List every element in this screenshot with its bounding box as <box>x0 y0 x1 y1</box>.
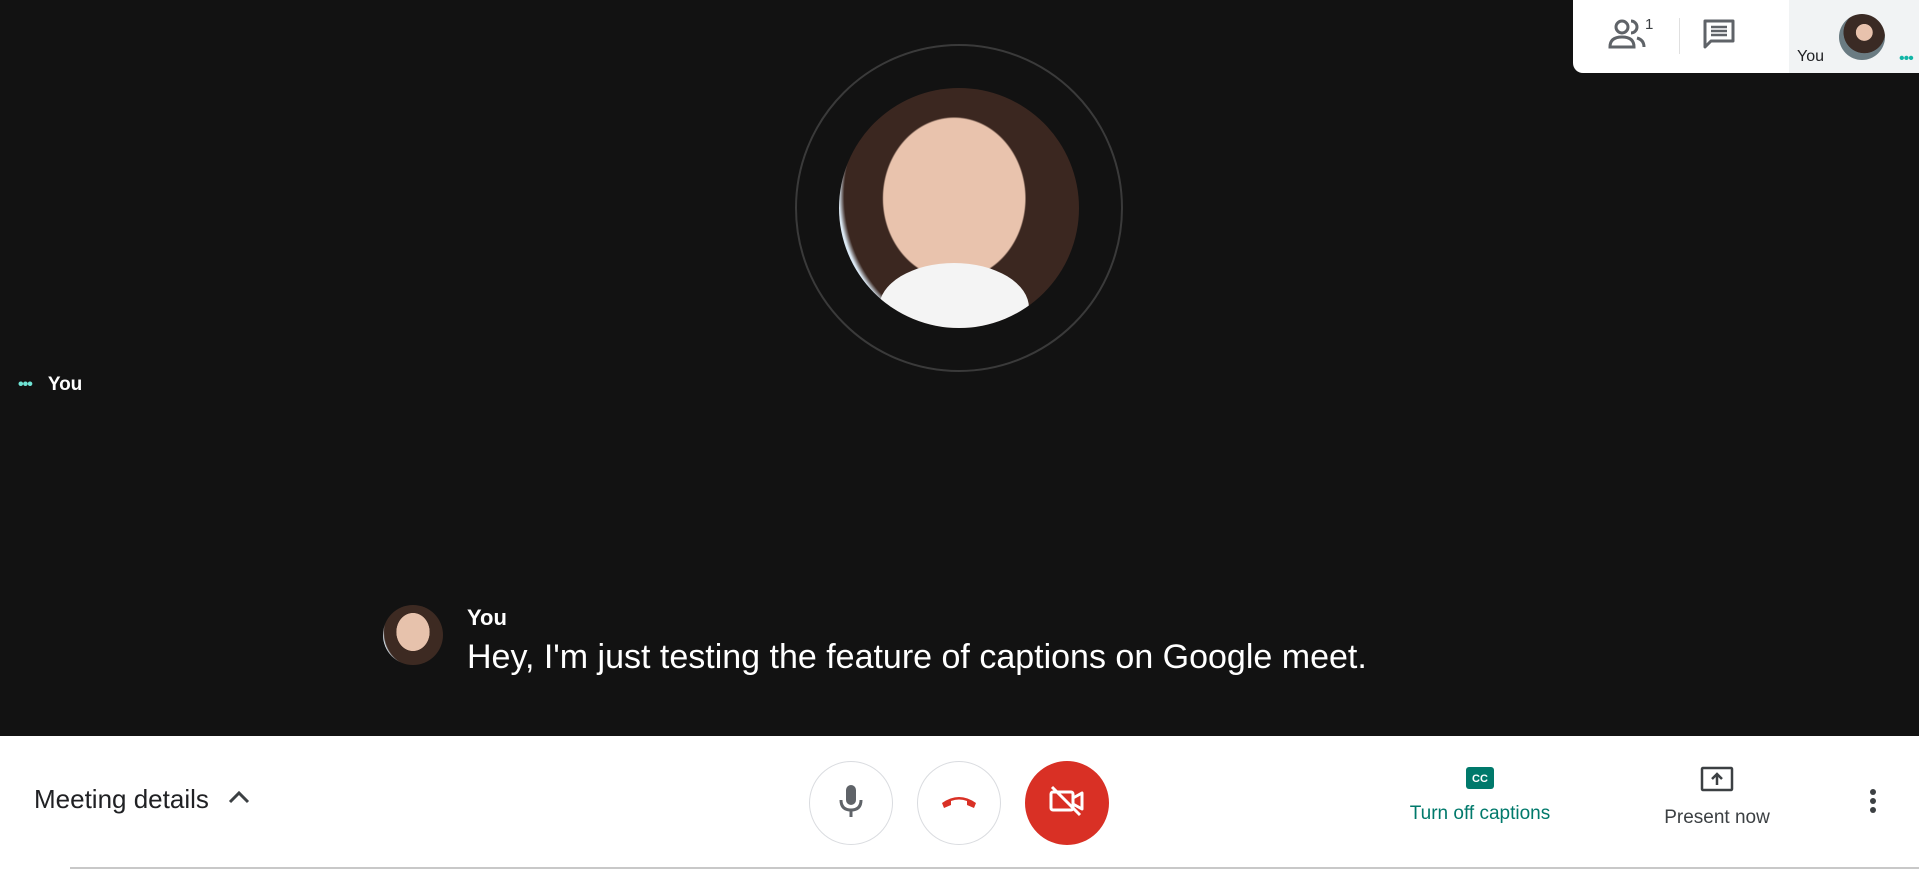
present-button-label: Present now <box>1664 807 1770 828</box>
mic-icon <box>837 783 865 824</box>
people-button[interactable]: 1 <box>1593 0 1665 73</box>
self-video-tile[interactable]: You ••• <box>1789 0 1919 73</box>
leave-call-button[interactable] <box>917 761 1001 845</box>
turn-off-captions-button[interactable]: CC Turn off captions <box>1390 766 1570 825</box>
present-icon <box>1700 766 1734 799</box>
divider <box>1679 18 1680 54</box>
more-options-button[interactable] <box>1858 788 1888 818</box>
camera-button[interactable] <box>1025 761 1109 845</box>
chevron-up-icon <box>227 789 251 810</box>
participant-count-badge: 1 <box>1645 16 1654 33</box>
caption-text: Hey, I'm just testing the feature of cap… <box>467 638 1367 676</box>
captions-icon: CC <box>1465 766 1495 795</box>
captions-button-label: Turn off captions <box>1409 803 1551 824</box>
bottom-control-bar: Meeting details CC Turn off captions Pre… <box>0 736 1919 869</box>
caption-speaker-avatar <box>383 605 443 665</box>
participant-avatar <box>839 88 1079 328</box>
avatar-shirt <box>879 263 1029 328</box>
top-right-panel: 1 You ••• <box>1573 0 1919 73</box>
avatar <box>1839 14 1885 60</box>
speaking-indicator-icon: ••• <box>1899 50 1914 67</box>
chat-button[interactable] <box>1683 0 1755 73</box>
self-tile-name: You <box>1797 48 1824 65</box>
caption-speaker-name: You <box>467 605 507 630</box>
participant-name: You <box>47 374 83 395</box>
present-now-button[interactable]: Present now <box>1627 766 1807 829</box>
more-vert-icon <box>1869 788 1877 819</box>
meeting-details-button[interactable]: Meeting details <box>34 784 251 815</box>
meeting-details-label: Meeting details <box>34 784 209 814</box>
svg-text:CC: CC <box>1472 773 1488 785</box>
meeting-stage: 1 You ••• ••• You You Hey, I'm just test… <box>0 0 1919 736</box>
speaking-indicator-icon: ••• <box>18 376 33 393</box>
call-end-icon <box>939 791 979 816</box>
participant-name-tag: ••• You <box>18 374 82 396</box>
chat-icon <box>1702 18 1736 55</box>
camera-off-icon <box>1048 785 1086 822</box>
microphone-button[interactable] <box>809 761 893 845</box>
